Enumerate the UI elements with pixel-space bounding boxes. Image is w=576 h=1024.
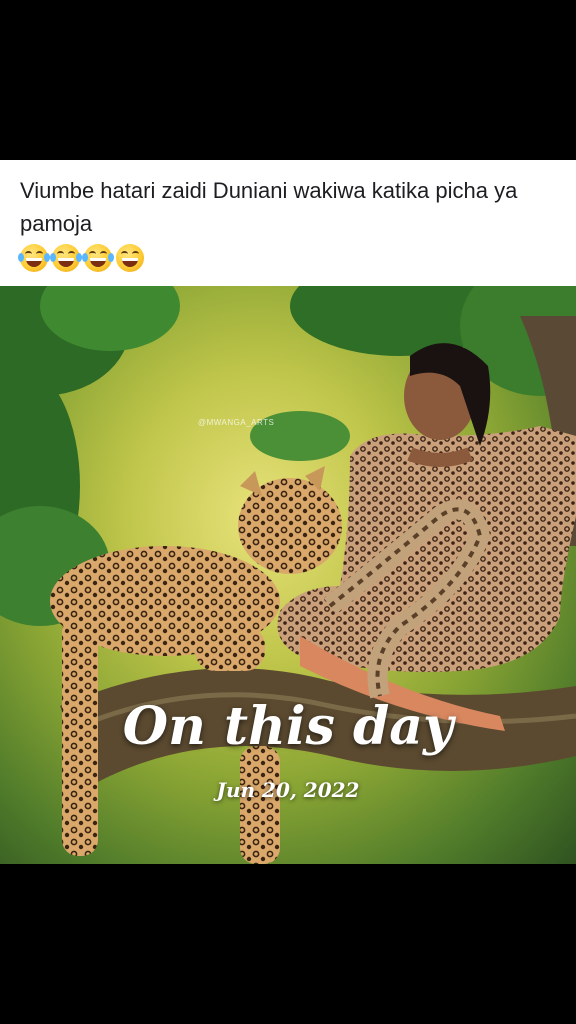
post-photo[interactable]: @MWANGA_ARTS On this day Jun 20, 2022 [0, 286, 576, 864]
tears-of-joy-emoji-icon [82, 244, 114, 272]
leopard [50, 466, 342, 864]
tears-of-joy-emoji-icon [18, 244, 50, 272]
photo-watermark: @MWANGA_ARTS [198, 418, 275, 427]
post-caption-card: Viumbe hatari zaidi Duniani wakiwa katik… [0, 160, 576, 286]
bottom-black-bar [0, 864, 576, 1024]
top-black-bar [0, 0, 576, 160]
emoji-row [18, 244, 144, 272]
post-caption: Viumbe hatari zaidi Duniani wakiwa katik… [20, 178, 518, 236]
memory-title: On this day [122, 696, 454, 757]
tears-of-joy-emoji-icon [50, 244, 82, 272]
memory-date: Jun 20, 2022 [216, 778, 360, 802]
grinning-emoji-icon [116, 244, 144, 272]
